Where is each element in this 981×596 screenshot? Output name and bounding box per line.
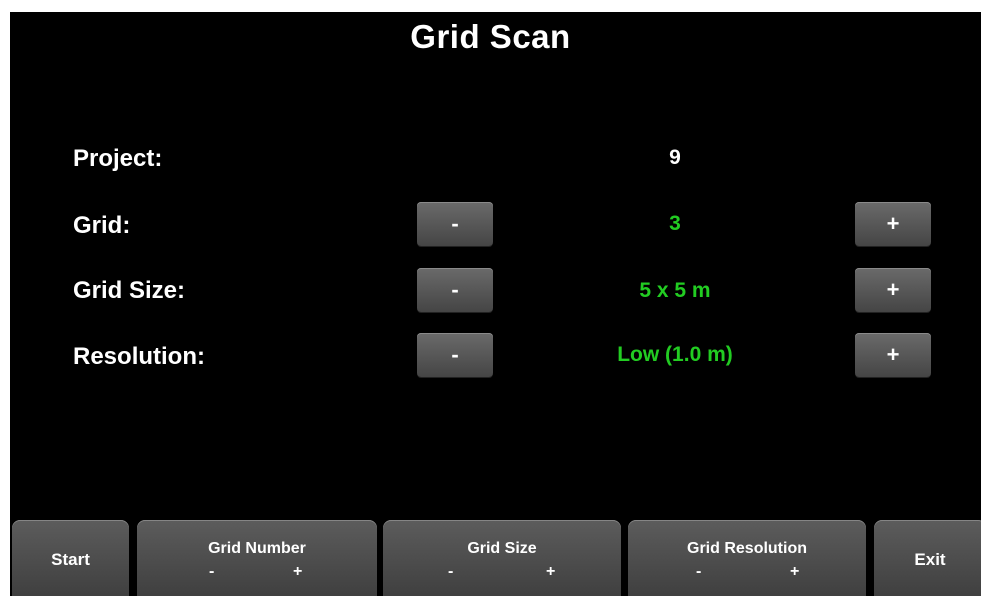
page-title: Grid Scan bbox=[410, 18, 571, 55]
resolution-minus-button[interactable]: - bbox=[417, 333, 493, 377]
device-screen: Grid Scan Project: 9 Grid: - 3 + Grid Si… bbox=[10, 12, 981, 596]
grid-size-bar-label: Grid Size bbox=[467, 540, 537, 557]
grid-number-button[interactable]: Grid Number - + bbox=[137, 520, 377, 596]
grid-resolution-button[interactable]: Grid Resolution - + bbox=[628, 520, 866, 596]
grid-resolution-label: Grid Resolution bbox=[687, 540, 807, 557]
exit-button[interactable]: Exit bbox=[874, 520, 981, 596]
grid-size-value: 5 x 5 m bbox=[639, 279, 711, 302]
grid-plus-button[interactable]: + bbox=[855, 202, 931, 246]
grid-size-bar-plus: + bbox=[546, 563, 556, 580]
grid-label: Grid: bbox=[73, 212, 131, 239]
resolution-label: Resolution: bbox=[73, 343, 205, 370]
grid-size-bar-button[interactable]: Grid Size - + bbox=[383, 520, 621, 596]
grid-number-minus: - bbox=[209, 563, 215, 580]
grid-value: 3 bbox=[669, 212, 681, 235]
grid-size-label: Grid Size: bbox=[73, 277, 186, 304]
grid-resolution-plus: + bbox=[790, 563, 800, 580]
grid-number-plus: + bbox=[293, 563, 303, 580]
resolution-value: Low (1.0 m) bbox=[617, 343, 733, 366]
grid-size-plus-button[interactable]: + bbox=[855, 268, 931, 312]
project-value: 9 bbox=[669, 146, 681, 169]
grid-minus-button[interactable]: - bbox=[417, 202, 493, 246]
project-label: Project: bbox=[73, 145, 163, 172]
grid-size-minus-button[interactable]: - bbox=[417, 268, 493, 312]
grid-resolution-minus: - bbox=[696, 563, 702, 580]
start-button[interactable]: Start bbox=[12, 520, 129, 596]
grid-size-bar-minus: - bbox=[448, 563, 454, 580]
grid-number-label: Grid Number bbox=[208, 540, 306, 557]
resolution-plus-button[interactable]: + bbox=[855, 333, 931, 377]
